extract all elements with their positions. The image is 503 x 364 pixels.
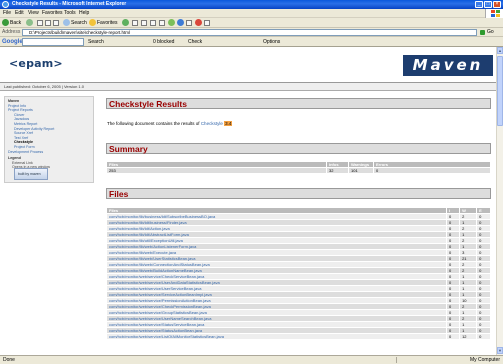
popup-blocked-counter[interactable]: 0 blocked [153, 38, 174, 46]
go-button[interactable]: Go [480, 29, 500, 36]
nav-item[interactable]: Project Reports [8, 108, 33, 112]
stop-icon[interactable] [37, 20, 43, 26]
nav-item: Legend [8, 156, 21, 161]
breadcrumb-bar: Last published: October 6, 2005 | Versio… [0, 83, 496, 91]
scroll-thumb[interactable] [497, 56, 503, 126]
history-icon[interactable] [132, 20, 138, 26]
status-text: Done [3, 357, 15, 363]
nav-item: External Link [12, 160, 33, 165]
address-bar: Address D:\Projects\build\maven\site\che… [0, 28, 503, 37]
files-table-row: com/hcb/monitor/web/service/ListOfAllMon… [106, 333, 491, 340]
menu-tools[interactable]: Tools [64, 9, 76, 18]
maximize-button[interactable]: □ [484, 1, 492, 8]
discuss-icon[interactable] [168, 19, 175, 26]
built-by-maven-badge[interactable]: built by maven [14, 168, 48, 180]
search-icon[interactable] [63, 19, 70, 26]
scroll-down-arrow-icon[interactable]: ▼ [497, 347, 503, 354]
security-zone: My Computer [469, 357, 500, 363]
window-title: Checkstyle Results - Microsoft Internet … [12, 1, 127, 7]
windows-logo-icon [485, 9, 503, 18]
minimize-button[interactable]: _ [475, 1, 483, 8]
maven-logo[interactable]: Maven [403, 55, 493, 76]
nav-item[interactable]: Project Form [14, 145, 35, 149]
nav-item[interactable]: Development Process [8, 150, 43, 154]
checkstyle-link[interactable]: Checkstyle [201, 121, 223, 126]
checkstyle-results-heading: Checkstyle Results [106, 98, 491, 109]
window-titlebar: Checkstyle Results - Microsoft Internet … [0, 0, 503, 9]
nav-item[interactable]: Javadocs [14, 117, 29, 121]
warning-count: 12 [459, 333, 478, 340]
google-logo: Google [2, 39, 23, 45]
messenger-icon[interactable] [177, 19, 184, 26]
files-table: Files I W E com/hcb/monitor/lib/business… [106, 207, 491, 340]
research-icon[interactable] [186, 20, 192, 26]
mail-icon[interactable] [141, 20, 147, 26]
google-search-input[interactable] [22, 38, 84, 46]
favorites-star-icon[interactable] [89, 19, 96, 26]
summary-table: Files Infos Warnings Errors 253 32 101 0 [106, 161, 491, 174]
media-icon[interactable] [122, 19, 129, 26]
google-toolbar: Google Search 0 blocked Check Options [0, 37, 503, 47]
print-icon[interactable] [150, 20, 156, 26]
tools-icon[interactable] [195, 19, 202, 26]
nav-item[interactable]: Project Info [8, 104, 26, 108]
summary-files-count: 253 [106, 167, 327, 174]
menu-bar: File Edit View Favorites Tools Help [0, 9, 503, 18]
nav-item[interactable]: Test Xref [14, 136, 28, 140]
menu-help[interactable]: Help [79, 9, 89, 18]
nav-item[interactable]: Source Xref [14, 131, 33, 135]
nav-item[interactable]: Developer Activity Report [14, 127, 54, 131]
summary-infos-count: 32 [326, 167, 349, 174]
nav-item[interactable]: Metrics Report [14, 122, 37, 126]
summary-errors-count: 0 [373, 167, 491, 174]
nav-item: Maven [8, 99, 20, 103]
checkstyle-version: 3.4 [224, 121, 233, 126]
back-arrow-icon[interactable] [2, 19, 9, 26]
menu-edit[interactable]: Edit [15, 9, 24, 18]
standard-toolbar: Back Search Favorites [0, 18, 503, 28]
files-heading: Files [106, 188, 491, 199]
close-button[interactable]: × [493, 1, 501, 8]
address-field[interactable]: D:\Projects\build\maven\site\checkstyle-… [22, 29, 477, 36]
google-search-button[interactable]: Search [88, 38, 104, 46]
search-button[interactable]: Search [71, 19, 87, 27]
vertical-scrollbar[interactable]: ▲ ▼ [496, 47, 503, 355]
favorites-button[interactable]: Favorites [97, 19, 118, 27]
menu-view[interactable]: View [28, 9, 39, 18]
page-viewport: <epam> Maven Last published: October 6, … [0, 47, 496, 355]
last-published: Last published: October 6, 2005 | Versio… [4, 84, 84, 89]
sidebar-icon[interactable] [204, 20, 210, 26]
google-options-button[interactable]: Options [263, 38, 280, 46]
home-icon[interactable] [53, 20, 59, 26]
spell-check-button[interactable]: Check [188, 38, 202, 46]
epam-logo[interactable]: <epam> [9, 57, 63, 70]
site-banner: <epam> Maven [0, 47, 496, 83]
address-label: Address [2, 29, 21, 35]
summary-heading: Summary [106, 143, 491, 154]
refresh-icon[interactable] [45, 20, 51, 26]
ie-logo-icon [2, 1, 9, 8]
edit-icon[interactable] [159, 20, 165, 26]
intro-text: The following document contains the resu… [107, 121, 233, 126]
status-bar: Done My Computer [0, 355, 503, 364]
scroll-up-arrow-icon[interactable]: ▲ [497, 47, 503, 54]
nav-item[interactable]: Checkstyle [14, 140, 33, 144]
nav-item[interactable]: Clover [14, 113, 24, 117]
menu-favorites[interactable]: Favorites [42, 9, 63, 18]
back-button[interactable]: Back [10, 19, 21, 27]
forward-arrow-icon[interactable] [26, 19, 33, 26]
error-count: 0 [476, 333, 491, 340]
menu-file[interactable]: File [3, 9, 11, 18]
summary-warnings-count: 101 [348, 167, 374, 174]
status-panes [396, 357, 440, 363]
info-count: 0 [445, 333, 461, 340]
file-link[interactable]: com/hcb/monitor/web/service/ListOfAllMon… [106, 333, 447, 340]
